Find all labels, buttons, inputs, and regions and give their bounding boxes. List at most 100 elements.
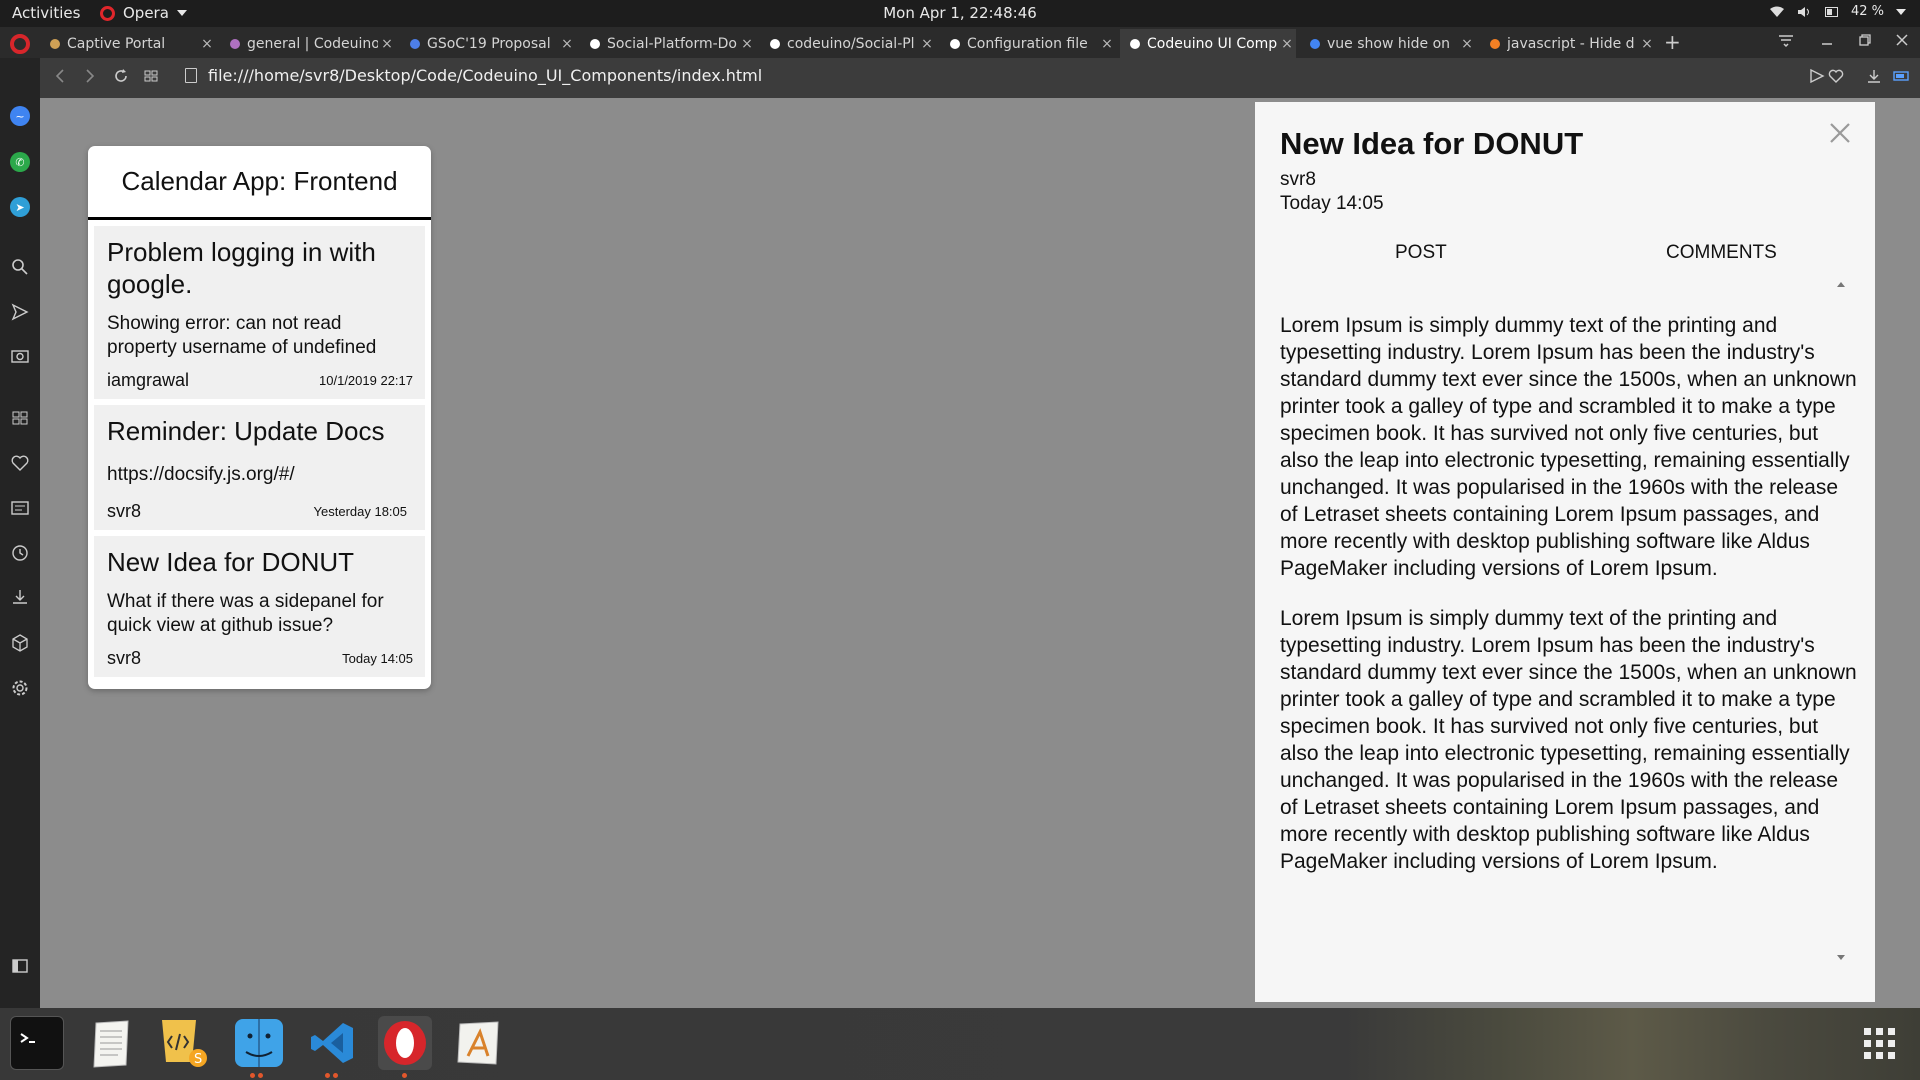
card-title: Reminder: Update Docs [107,416,385,446]
scroll-up-arrow[interactable] [1837,282,1845,287]
tab-close-icon[interactable]: × [918,36,936,52]
browser-tab[interactable]: Configuration file × [940,29,1116,58]
scroll-down-arrow[interactable] [1837,955,1845,960]
card-time: Yesterday 18:05 [313,504,407,519]
system-tray[interactable]: 42 % [1769,4,1906,19]
app-menu[interactable]: Opera [100,4,187,22]
whatsapp-icon[interactable]: ✆ [10,152,30,172]
snapshot-icon[interactable] [10,346,30,366]
browser-tab-bar: Captive Portal × general | Codeuino × GSoC'1… [0,27,1920,58]
restore-icon[interactable] [1856,31,1874,49]
url-input[interactable]: file:///home/svr8/Desktop/Code/Codeuino_… [208,66,762,85]
tab-close-icon[interactable]: × [1638,36,1656,52]
browser-tab[interactable]: Codeuino UI Comp × [1120,29,1296,58]
board-column: Calendar App: Frontend Problem logging i… [88,146,431,689]
battery-saver-icon[interactable] [1892,67,1912,85]
tab-label: Captive Portal [67,35,166,52]
close-window-icon[interactable] [1893,31,1911,49]
stackoverflow-icon [1488,37,1502,51]
board-title: Calendar App: Frontend [88,146,431,220]
messenger-icon[interactable]: ~ [10,106,30,126]
tab-post[interactable]: POST [1395,242,1447,264]
flow-icon[interactable] [10,302,30,322]
tab-menu-icon[interactable] [1777,31,1795,49]
search-icon[interactable] [10,257,30,277]
extensions-cube-icon[interactable] [10,633,30,653]
new-tab-button[interactable]: + [1664,30,1681,54]
vscode-app-icon[interactable] [306,1016,360,1070]
battery-percent: 42 % [1850,4,1884,19]
card-user: iamgrawal [107,370,190,390]
panel-title: New Idea for DONUT [1280,126,1584,161]
tab-label: general | Codeuino [247,35,378,52]
news-icon[interactable] [10,498,30,518]
reload-icon[interactable] [112,67,130,85]
chevron-down-icon [1896,8,1906,15]
issue-card[interactable]: Reminder: Update Docs https://docsify.js… [94,405,425,530]
speed-dial-icon[interactable] [10,408,30,428]
minimize-icon[interactable] [1818,31,1836,49]
tab-close-icon[interactable]: × [558,36,576,52]
downloads-icon[interactable] [10,587,30,607]
issue-card[interactable]: Problem logging in with google. Showing … [94,226,425,399]
opera-app-icon[interactable] [378,1016,432,1070]
card-title: New Idea for DONUT [107,547,355,577]
back-icon[interactable] [52,67,68,85]
post-paragraph: Lorem Ipsum is simply dummy text of the … [1280,607,1857,873]
tab-label: codeuino/Social-Pl [787,35,915,52]
card-footer: svr8 Yesterday 18:05 [107,501,413,522]
drawing-app-icon[interactable] [452,1016,506,1070]
issue-card[interactable]: New Idea for DONUT What if there was a s… [94,536,425,677]
address-bar: file:///home/svr8/Desktop/Code/Codeuino_… [40,58,1920,98]
tab-close-icon[interactable]: × [1278,36,1296,52]
browser-tab[interactable]: javascript - Hide d × [1480,29,1656,58]
finder-app-icon[interactable] [232,1016,286,1070]
settings-gear-icon[interactable] [10,678,30,698]
download-icon[interactable] [1865,67,1883,85]
page-file-icon [185,68,197,83]
tab-close-icon[interactable]: × [738,36,756,52]
clock[interactable]: Mon Apr 1, 22:48:46 [883,4,1037,22]
web-page-content: Calendar App: Frontend Problem logging i… [40,98,1920,1008]
sublime-code-app-icon[interactable]: S [156,1016,210,1070]
forward-icon[interactable] [82,67,98,85]
card-time: Today 14:05 [342,651,413,666]
browser-tab[interactable]: general | Codeuino × [220,29,396,58]
close-icon[interactable] [1827,120,1853,146]
browser-tab[interactable]: codeuino/Social-Pl × [760,29,936,58]
tab-close-icon[interactable]: × [198,36,216,52]
opera-menu-icon[interactable] [10,34,30,54]
activities-button[interactable]: Activities [12,4,80,22]
volume-icon [1797,6,1809,17]
tab-close-icon[interactable]: × [1458,36,1476,52]
speed-dial-icon[interactable] [142,67,160,85]
wifi-icon [1769,6,1784,17]
card-list: Problem logging in with google. Showing … [88,220,431,677]
card-footer: svr8 Today 14:05 [107,648,413,669]
panel-user: svr8 [1280,169,1316,190]
text-editor-app-icon[interactable] [84,1016,138,1070]
send-icon[interactable] [1808,67,1826,85]
sidebar-toggle-icon[interactable] [10,956,30,976]
telegram-icon[interactable]: ➤ [10,197,30,217]
chevron-down-icon [176,10,187,16]
tab-label: vue show hide on [1327,35,1451,52]
bookmarks-heart-icon[interactable] [10,453,30,473]
bookmark-heart-icon[interactable] [1827,67,1845,85]
post-paragraph: Lorem Ipsum is simply dummy text of the … [1280,314,1857,580]
tab-close-icon[interactable]: × [1098,36,1116,52]
terminal-app-icon[interactable] [10,1016,64,1070]
browser-tab[interactable]: Social-Platform-Do × [580,29,756,58]
browser-tab[interactable]: vue show hide on × [1300,29,1476,58]
card-user: svr8 [107,501,142,521]
tab-close-icon[interactable]: × [378,36,396,52]
system-top-bar: Activities Opera Mon Apr 1, 22:48:46 42 … [0,0,1920,27]
card-description: Showing error: can not read property use… [107,313,377,358]
history-clock-icon[interactable] [10,543,30,563]
tab-comments[interactable]: COMMENTS [1666,242,1777,264]
show-applications-icon[interactable] [1864,1028,1895,1059]
browser-tab[interactable]: Captive Portal × [40,29,216,58]
browser-tab[interactable]: GSoC'19 Proposal × [400,29,576,58]
card-time: 10/1/2019 22:17 [319,373,413,388]
running-indicator [325,1073,338,1078]
